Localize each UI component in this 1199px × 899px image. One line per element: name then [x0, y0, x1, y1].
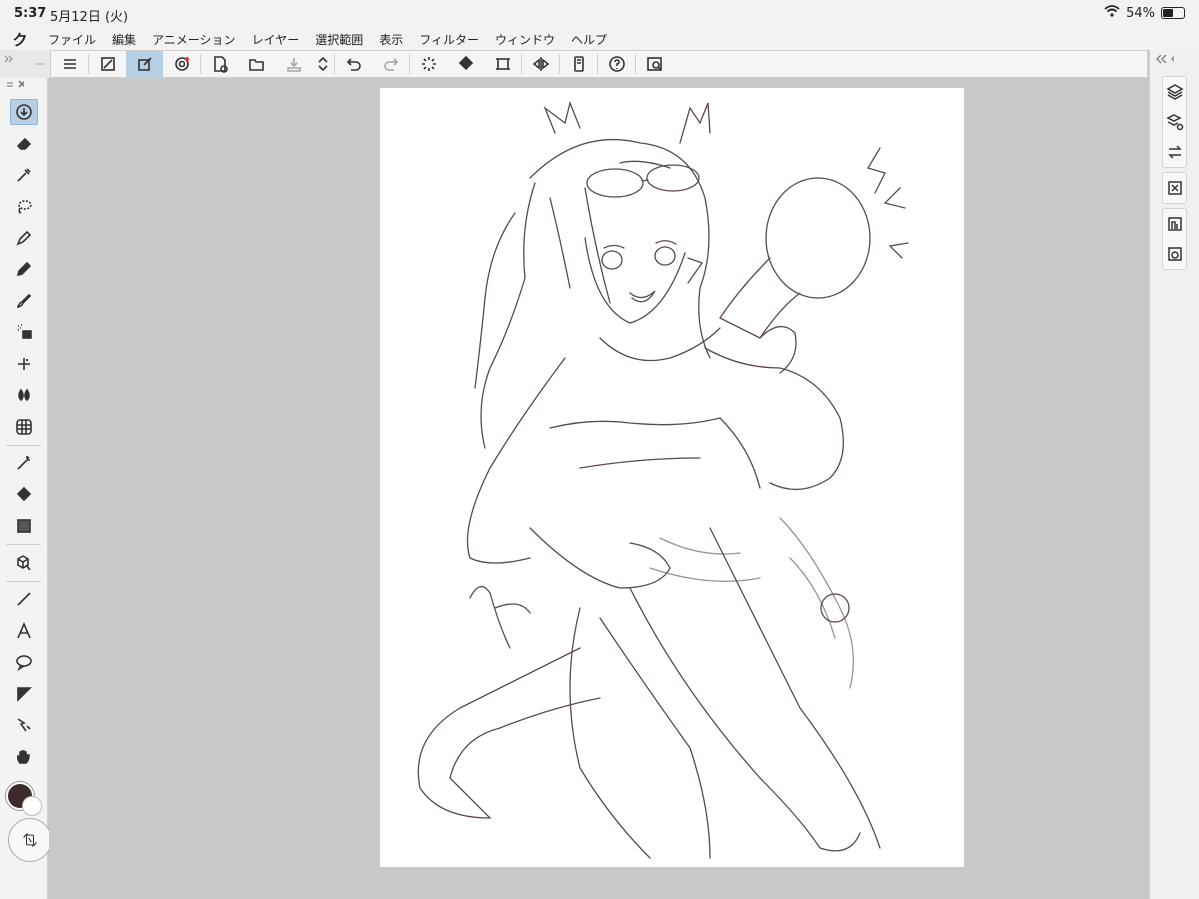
- record-icon[interactable]: [163, 51, 200, 77]
- menu-help[interactable]: ヘルプ: [563, 31, 615, 48]
- sub-view-icon[interactable]: [1163, 239, 1186, 269]
- line-icon[interactable]: [0, 584, 48, 616]
- sketch-drawing: [417, 100, 909, 859]
- tool-palette-header: [0, 78, 47, 96]
- canvas-area[interactable]: [49, 78, 1149, 899]
- menu-selection[interactable]: 選択範囲: [307, 31, 371, 48]
- panel-group-2: [1162, 172, 1187, 204]
- panel-group-3: [1162, 208, 1187, 270]
- quick-access-icon[interactable]: [126, 51, 163, 77]
- help-icon[interactable]: [598, 51, 635, 77]
- search-icon[interactable]: [636, 51, 673, 77]
- transform-icon[interactable]: [484, 51, 521, 77]
- airbrush-icon[interactable]: [0, 317, 48, 349]
- status-right: 54%: [1104, 5, 1185, 21]
- loading-icon[interactable]: [410, 51, 447, 77]
- 3d-object-icon[interactable]: [0, 547, 48, 579]
- save-icon[interactable]: [275, 51, 312, 77]
- menu-icon[interactable]: [51, 51, 88, 77]
- tool-palette: [0, 78, 52, 899]
- correction-icon[interactable]: [0, 710, 48, 742]
- pen-icon[interactable]: [0, 222, 48, 254]
- app-logo-icon[interactable]: ク: [0, 29, 40, 50]
- lasso-icon[interactable]: [0, 191, 48, 223]
- menu-edit[interactable]: 編集: [104, 31, 144, 48]
- panel-group-1: [1162, 76, 1187, 168]
- brush-icon[interactable]: [0, 285, 48, 317]
- drawing-canvas[interactable]: [380, 88, 964, 867]
- hand-icon[interactable]: [0, 741, 48, 773]
- blend-icon[interactable]: [0, 380, 48, 412]
- eraser-icon[interactable]: [0, 128, 48, 160]
- fit-view-icon[interactable]: [89, 51, 126, 77]
- fill-icon[interactable]: [447, 51, 484, 77]
- scroll-icon[interactable]: [312, 51, 334, 77]
- menu-window[interactable]: ウィンドウ: [487, 31, 563, 48]
- navigator-icon[interactable]: [1163, 173, 1186, 203]
- right-panel: [1149, 50, 1199, 899]
- menu-layer[interactable]: レイヤー: [244, 31, 308, 48]
- fill-tool-icon[interactable]: [0, 479, 48, 511]
- gradient-icon[interactable]: [0, 511, 48, 543]
- battery-percent: 54%: [1126, 5, 1155, 21]
- menu-file[interactable]: ファイル: [40, 31, 104, 48]
- color-swap-icon[interactable]: [8, 818, 52, 862]
- clock: 5:37: [14, 6, 47, 21]
- decoration-icon[interactable]: [0, 348, 48, 380]
- auto-select-icon[interactable]: [0, 448, 48, 480]
- pencil-icon[interactable]: [0, 254, 48, 286]
- battery-icon: [1161, 7, 1185, 19]
- menu-animation[interactable]: アニメーション: [144, 31, 244, 48]
- flip-icon[interactable]: [522, 51, 559, 77]
- undo-icon[interactable]: [335, 51, 372, 77]
- redo-icon[interactable]: [372, 51, 409, 77]
- menu-view[interactable]: 表示: [371, 31, 411, 48]
- eyedropper-icon[interactable]: [0, 159, 48, 191]
- material-icon[interactable]: [1163, 209, 1186, 239]
- current-tool-icon[interactable]: [0, 96, 48, 128]
- layer-props-icon[interactable]: [1163, 107, 1186, 137]
- frame-icon[interactable]: [0, 678, 48, 710]
- balloon-icon[interactable]: [0, 647, 48, 679]
- new-file-icon[interactable]: [201, 51, 238, 77]
- layers-icon[interactable]: [1163, 77, 1186, 107]
- menu-bar: ク ファイル 編集 アニメーション レイヤー 選択範囲 表示 フィルター ウィン…: [0, 28, 1199, 50]
- text-icon[interactable]: [0, 615, 48, 647]
- date-label: 5月12日 (火): [50, 10, 129, 25]
- open-file-icon[interactable]: [238, 51, 275, 77]
- mesh-icon[interactable]: [0, 411, 48, 443]
- history-icon[interactable]: [1163, 137, 1186, 167]
- status-bar: 5:37 5月12日 (火) 54%: [0, 0, 1199, 28]
- device-icon[interactable]: [560, 51, 597, 77]
- sub-color-swatch[interactable]: [22, 796, 42, 816]
- right-panel-header: [1150, 50, 1199, 72]
- command-bar: [50, 50, 1148, 78]
- wifi-icon: [1104, 5, 1120, 21]
- panel-collapse-area: [0, 50, 50, 78]
- menu-filter[interactable]: フィルター: [411, 31, 487, 48]
